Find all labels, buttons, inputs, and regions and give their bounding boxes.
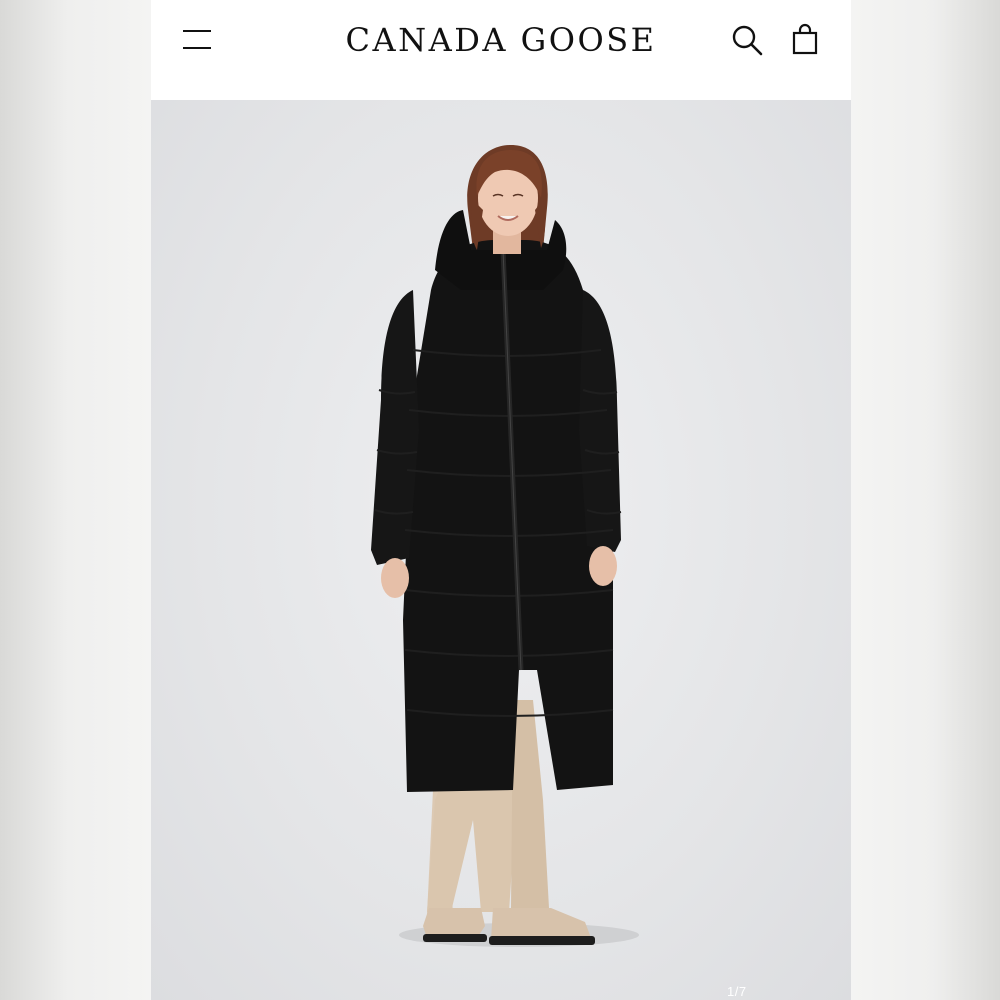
search-icon: [732, 25, 763, 56]
backdrop-left: [0, 0, 151, 1000]
search-button[interactable]: [729, 22, 765, 58]
hamburger-menu-icon: [183, 30, 211, 32]
backdrop-right: [851, 0, 1000, 1000]
shopping-bag-icon: [792, 23, 818, 55]
product-image[interactable]: 1/7: [151, 100, 851, 1000]
hamburger-menu-icon-bar: [183, 47, 211, 49]
image-counter: 1/7: [727, 984, 747, 999]
site-header: CANADA GOOSE: [151, 0, 851, 100]
model-in-long-black-parka-image: [371, 145, 639, 947]
cart-button[interactable]: [787, 22, 823, 58]
menu-button[interactable]: [175, 22, 219, 58]
mobile-page: CANADA GOOSE 1/7: [151, 0, 851, 1000]
